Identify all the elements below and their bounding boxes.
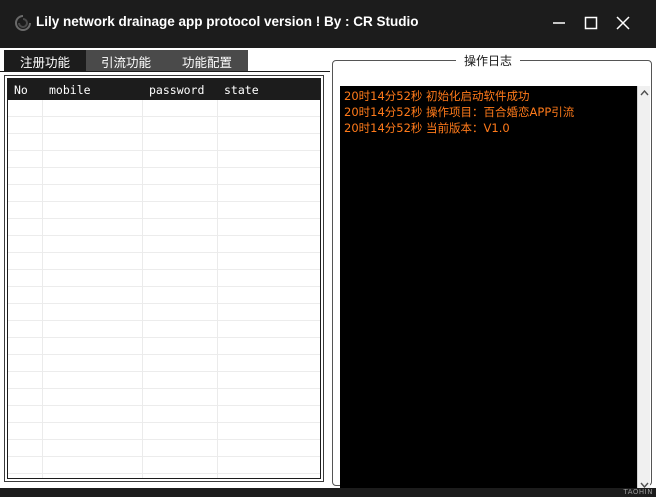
chevron-up-icon: [639, 90, 649, 96]
column-header-password[interactable]: password: [149, 83, 204, 97]
main-tab-panel: 注册功能 引流功能 功能配置 No mobile password state: [0, 48, 330, 488]
account-table[interactable]: No mobile password state: [7, 78, 321, 479]
tab-register[interactable]: 注册功能: [4, 50, 86, 72]
maximize-icon: [584, 16, 598, 30]
close-icon: [616, 16, 630, 30]
tab-traffic[interactable]: 引流功能: [86, 50, 166, 72]
log-panel: 20时14分52秒 初始化启动软件成功 20时14分52秒 操作项目：百合婚恋A…: [330, 48, 656, 492]
column-header-mobile[interactable]: mobile: [49, 83, 91, 97]
minimize-button[interactable]: [548, 12, 570, 34]
log-line: 20时14分52秒 操作项目：百合婚恋APP引流: [344, 105, 575, 119]
scroll-up-button[interactable]: [638, 86, 650, 100]
log-line: 20时14分52秒 当前版本：V1.0: [344, 121, 510, 135]
log-title: 操作日志: [456, 52, 521, 69]
minimize-icon: [553, 22, 565, 24]
log-line: 20时14分52秒 初始化启动软件成功: [344, 89, 530, 103]
column-header-no[interactable]: No: [14, 83, 28, 97]
footer-bar: [0, 488, 656, 497]
tab-divider: [0, 71, 330, 72]
log-scrollbar[interactable]: [637, 86, 650, 492]
watermark: TAOHIN: [623, 488, 653, 496]
column-header-state[interactable]: state: [224, 83, 259, 97]
log-groupbox: 20时14分52秒 初始化启动软件成功 20时14分52秒 操作项目：百合婚恋A…: [332, 60, 652, 492]
log-textarea[interactable]: 20时14分52秒 初始化启动软件成功 20时14分52秒 操作项目：百合婚恋A…: [340, 86, 637, 492]
maximize-button[interactable]: [580, 12, 602, 34]
window-title: Lily network drainage app protocol versi…: [36, 14, 419, 29]
close-button[interactable]: [612, 12, 634, 34]
table-header: No mobile password state: [8, 79, 320, 100]
register-tab-page: No mobile password state: [4, 75, 324, 482]
table-body[interactable]: [8, 100, 320, 478]
tab-settings[interactable]: 功能配置: [166, 50, 248, 72]
app-logo-icon: [14, 14, 32, 32]
title-bar[interactable]: Lily network drainage app protocol versi…: [0, 0, 656, 46]
